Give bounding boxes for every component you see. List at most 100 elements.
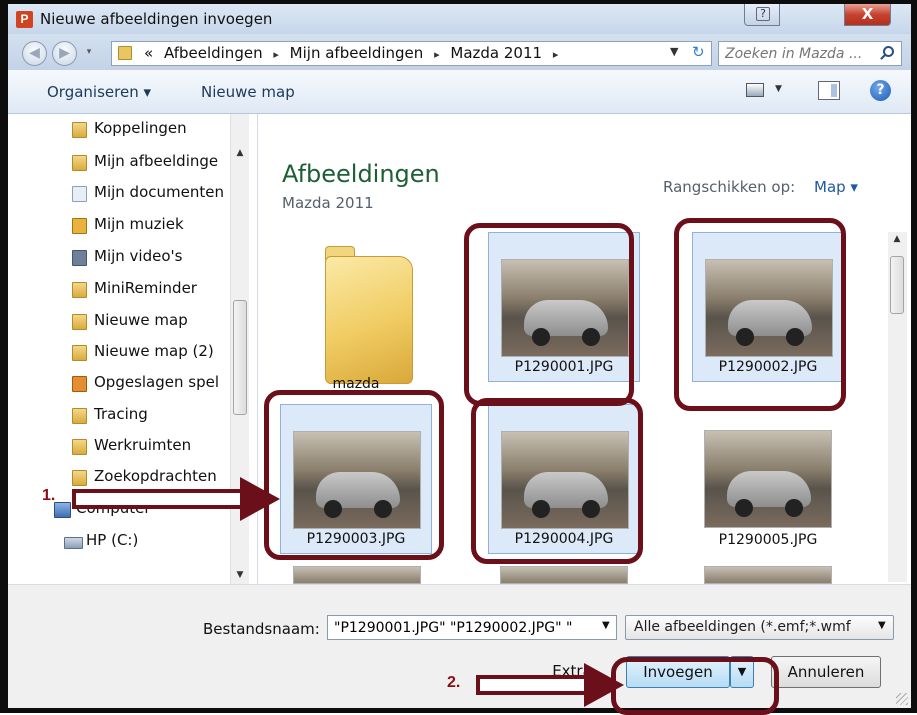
nav-item-label: Nieuwe map (2) xyxy=(94,342,214,360)
scrollbar-thumb[interactable] xyxy=(890,256,904,314)
filename-combobox: ▼ xyxy=(327,615,617,640)
insert-pictures-dialog: P Nieuwe afbeeldingen invoegen ? X ◀ ▶ ▾… xyxy=(8,4,911,715)
navigation-pane: Koppelingen Mijn afbeeldinge Mijn docume… xyxy=(8,114,257,584)
search-box xyxy=(718,41,902,66)
folder-icon xyxy=(72,345,87,361)
drive-icon xyxy=(64,537,83,549)
search-input[interactable] xyxy=(719,42,879,65)
folder-icon xyxy=(325,256,413,384)
breadcrumb-item-mijn-afbeeldingen[interactable]: Mijn afbeeldingen xyxy=(290,44,424,62)
title-bar: P Nieuwe afbeeldingen invoegen ? X xyxy=(8,4,911,34)
filename-label: Bestandsnaam: xyxy=(203,620,320,638)
library-subtitle: Mazda 2011 xyxy=(282,194,374,212)
chevron-right-icon[interactable]: ▸ xyxy=(434,48,440,61)
image-thumbnail xyxy=(704,430,832,528)
annotation-step-2: 2. xyxy=(447,674,461,691)
nav-item-label: Opgeslagen spel xyxy=(94,373,220,391)
nav-item-label: Mijn muziek xyxy=(94,215,184,233)
annotation-step-1: 1. xyxy=(42,487,56,504)
organize-button[interactable]: Organiseren ▾ xyxy=(47,83,151,101)
image-thumbnail-partial[interactable] xyxy=(293,566,421,584)
annotation-arrow-head-2 xyxy=(584,663,624,707)
breadcrumb[interactable]: « Afbeeldingen ▸ Mijn afbeeldingen ▸ Maz… xyxy=(111,41,712,66)
image-thumbnail-partial[interactable] xyxy=(704,566,832,584)
arrange-by-dropdown[interactable]: Map ▾ xyxy=(814,178,858,196)
music-icon xyxy=(72,218,87,234)
image-thumbnail-partial[interactable] xyxy=(500,566,628,584)
back-button[interactable]: ◀ xyxy=(22,41,47,66)
chevron-down-icon: ▼ xyxy=(878,620,886,631)
folder-icon xyxy=(72,282,87,298)
annotation-arrow-shaft-1 xyxy=(72,489,242,509)
view-dropdown-icon[interactable]: ▼ xyxy=(775,84,782,94)
help-button[interactable]: ? xyxy=(744,4,780,26)
file-type-value: Alle afbeeldingen (*.emf;*.wmf xyxy=(634,619,851,635)
nav-item-label: Werkruimten xyxy=(94,436,192,454)
nav-item-label: Mijn video's xyxy=(94,247,183,265)
filename-input[interactable] xyxy=(328,616,592,639)
highlight-p1290002 xyxy=(674,218,846,411)
back-arrow-icon: ◀ xyxy=(29,45,40,61)
highlight-p1290001 xyxy=(464,223,634,406)
folder-icon xyxy=(72,408,87,424)
file-type-filter[interactable]: Alle afbeeldingen (*.emf;*.wmf ▼ xyxy=(625,615,894,640)
nav-item-label: HP (C:) xyxy=(86,531,139,549)
new-folder-button[interactable]: Nieuwe map xyxy=(201,83,295,101)
folder-icon xyxy=(72,439,87,455)
chevron-down-icon[interactable]: ▼ xyxy=(602,620,610,631)
help-icon[interactable]: ? xyxy=(870,80,891,101)
scroll-up-icon[interactable]: ▲ xyxy=(888,234,906,244)
forward-arrow-icon: ▶ xyxy=(59,45,70,61)
breadcrumb-prefix[interactable]: « xyxy=(144,44,153,62)
highlight-insert-button xyxy=(611,657,779,715)
help-icon: ? xyxy=(756,7,770,21)
nav-item-label: Zoekopdrachten xyxy=(94,467,217,485)
nav-item-label: Mijn documenten xyxy=(94,183,224,201)
scroll-up-icon[interactable]: ▲ xyxy=(231,148,249,158)
library-title: Afbeeldingen xyxy=(282,160,440,188)
refresh-icon[interactable]: ↻ xyxy=(692,43,705,61)
breadcrumb-item-afbeeldingen[interactable]: Afbeeldingen xyxy=(164,44,263,62)
breadcrumb-item-mazda-2011[interactable]: Mazda 2011 xyxy=(450,44,542,62)
chevron-right-icon[interactable]: ▸ xyxy=(273,48,279,61)
screenshot-frame: P Nieuwe afbeeldingen invoegen ? X ◀ ▶ ▾… xyxy=(0,0,917,715)
recent-pages-dropdown[interactable]: ▾ xyxy=(80,47,98,57)
scrollbar-thumb[interactable] xyxy=(233,300,247,415)
search-icon[interactable] xyxy=(883,46,894,57)
nav-item-label: Mijn afbeeldinge xyxy=(94,152,219,170)
highlight-p1290004 xyxy=(471,398,643,564)
video-icon xyxy=(72,250,87,266)
folder-icon xyxy=(72,314,87,330)
scroll-down-icon[interactable]: ▼ xyxy=(231,570,249,580)
nav-item-label: Nieuwe map xyxy=(94,311,188,329)
change-view-icon[interactable] xyxy=(746,83,764,97)
file-tile-p1290005[interactable]: P1290005.JPG xyxy=(692,404,844,554)
cancel-button[interactable]: Annuleren xyxy=(771,656,881,688)
folder-icon xyxy=(118,46,132,60)
highlight-p1290003 xyxy=(264,390,444,560)
file-name: P1290005.JPG xyxy=(718,532,818,548)
address-row: ◀ ▶ ▾ « Afbeeldingen ▸ Mijn afbeeldingen… xyxy=(8,34,911,70)
folder-icon xyxy=(72,122,87,138)
forward-button[interactable]: ▶ xyxy=(52,41,77,66)
content-scrollbar[interactable]: ▲ xyxy=(888,232,907,582)
window-title: Nieuwe afbeeldingen invoegen xyxy=(40,10,273,28)
annotation-arrow-head-1 xyxy=(240,477,280,521)
file-tile-mazda-folder[interactable]: mazda xyxy=(280,232,432,392)
computer-icon xyxy=(54,502,71,518)
nav-item-label: Tracing xyxy=(94,405,148,423)
folder-icon xyxy=(72,155,87,171)
annotation-arrow-shaft-2 xyxy=(476,675,586,695)
command-bar: Organiseren ▾ Nieuwe map ▼ ? xyxy=(8,70,911,114)
resize-grip-icon[interactable] xyxy=(896,693,908,705)
chevron-right-icon[interactable]: ▸ xyxy=(553,48,559,61)
preview-pane-icon[interactable] xyxy=(818,81,840,100)
address-dropdown-icon[interactable]: ▼ xyxy=(670,45,678,58)
close-icon: X xyxy=(861,5,874,23)
close-button[interactable]: X xyxy=(844,4,891,26)
breadcrumb-path: « Afbeeldingen ▸ Mijn afbeeldingen ▸ Maz… xyxy=(144,44,564,62)
folder-icon xyxy=(72,470,87,486)
nav-item-label: MiniReminder xyxy=(94,279,197,297)
doc-icon xyxy=(72,186,87,202)
powerpoint-icon: P xyxy=(16,11,33,28)
